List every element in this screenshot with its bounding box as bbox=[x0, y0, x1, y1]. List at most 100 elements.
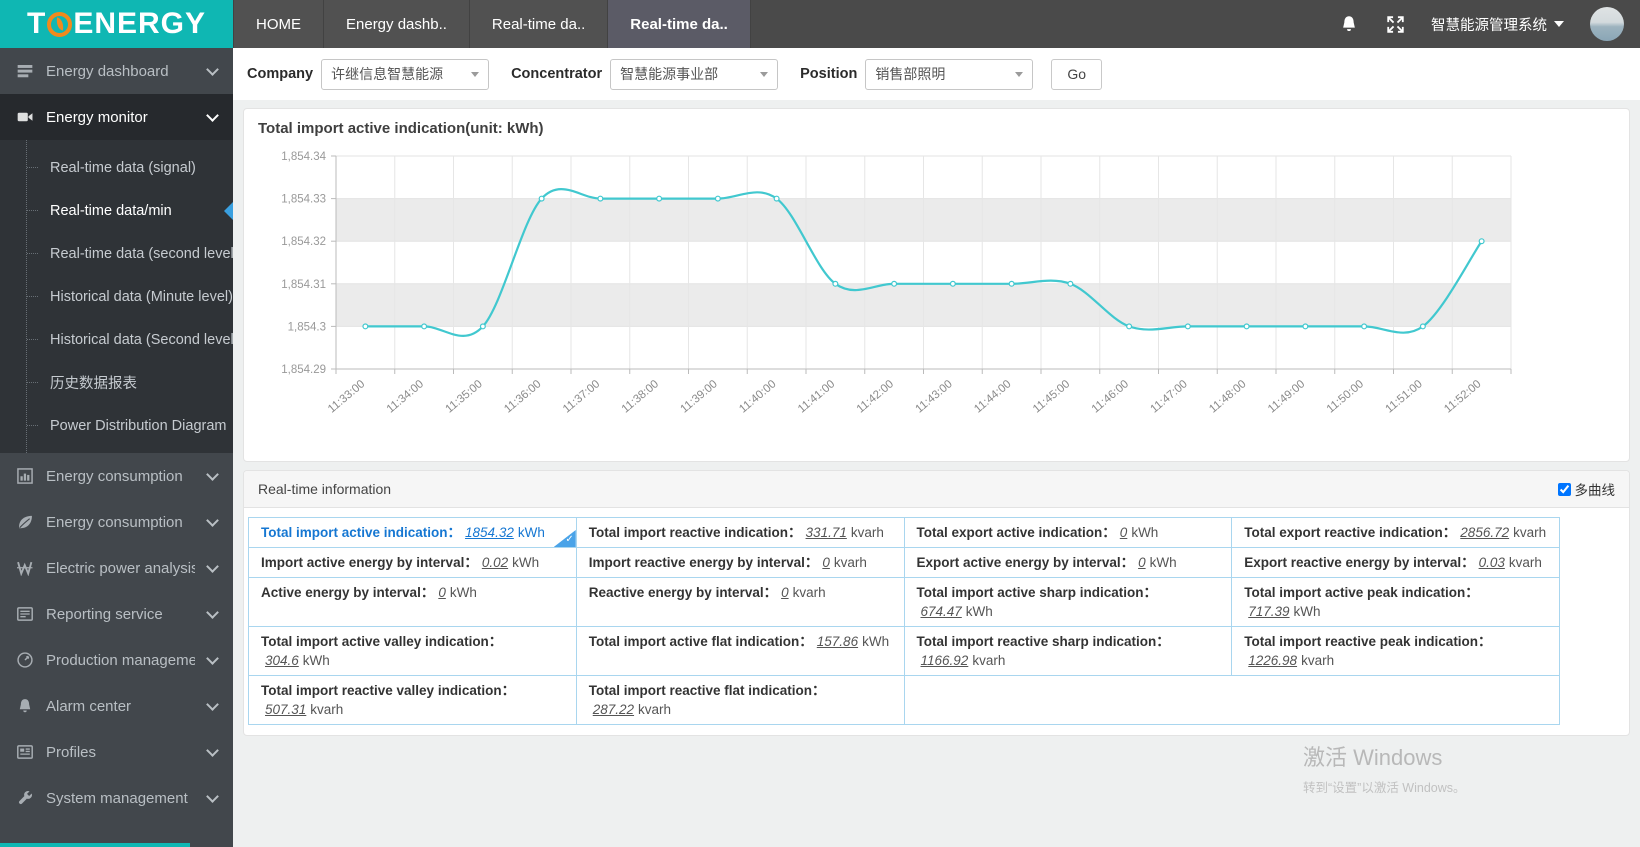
dropdown-caret-icon bbox=[760, 71, 769, 77]
multi-curve-toggle[interactable]: 多曲线 bbox=[1557, 479, 1616, 499]
sidebar-item-system-management[interactable]: System management bbox=[0, 775, 233, 821]
sidebar-item-alarm-center[interactable]: Alarm center bbox=[0, 683, 233, 729]
fullscreen-icon[interactable] bbox=[1385, 14, 1405, 34]
system-menu[interactable]: 智慧能源管理系统 bbox=[1431, 14, 1564, 35]
metric-value: 1226.98 bbox=[1248, 653, 1298, 668]
rt-cell-active-energy-by-interval[interactable]: Active energy by interval： 0 kWh bbox=[248, 577, 577, 627]
rt-cell-total-export-reactive-indication[interactable]: Total export reactive indication： 2856.72… bbox=[1231, 517, 1560, 548]
leaf-icon bbox=[19, 515, 32, 529]
rt-cell-total-import-reactive-valley-indication[interactable]: Total import reactive valley indication：… bbox=[248, 675, 577, 725]
dropdown-caret-icon bbox=[471, 71, 480, 77]
sidebar-item-energy-consumption[interactable]: Energy consumption bbox=[0, 453, 233, 499]
sidebar-subitem-real-time-data-second-level[interactable]: Real-time data (second level) bbox=[0, 232, 233, 275]
metric-label: Total import reactive flat indication： bbox=[588, 683, 826, 698]
concentrator-label: Concentrator bbox=[511, 66, 603, 82]
rt-cell-export-active-energy-by-interval[interactable]: Export active energy by interval： 0 kWh bbox=[903, 547, 1233, 578]
svg-text:1,854.31: 1,854.31 bbox=[281, 279, 326, 291]
rt-cell-total-import-reactive-peak-indication[interactable]: Total import reactive peak indication： 12… bbox=[1231, 626, 1560, 676]
chevron-down-icon bbox=[206, 698, 219, 711]
metric-label: Total import reactive valley indication： bbox=[261, 683, 516, 698]
svg-text:1,854.34: 1,854.34 bbox=[281, 151, 326, 163]
sidebar-subitem-real-time-data-signal[interactable]: Real-time data (signal) bbox=[0, 146, 233, 189]
rt-cell-total-import-reactive-flat-indication[interactable]: Total import reactive flat indication： 28… bbox=[575, 675, 905, 725]
svg-text:1,854.29: 1,854.29 bbox=[281, 364, 326, 376]
header-actions: 智慧能源管理系统 bbox=[1339, 0, 1640, 48]
position-select[interactable]: 销售部照明 bbox=[865, 58, 1034, 90]
multi-curve-label: 多曲线 bbox=[1574, 483, 1616, 498]
svg-text:11:38:00: 11:38:00 bbox=[620, 378, 661, 415]
logo-text-suffix: ENERGY bbox=[73, 7, 207, 40]
tab-energy-dashb-1[interactable]: Energy dashb.. bbox=[323, 0, 469, 48]
sidebar-nav: Energy dashboard Energy monitor Real-time … bbox=[0, 48, 233, 847]
rt-cell-total-import-active-indication[interactable]: Total import active indication： 1854.32 kW… bbox=[248, 517, 577, 548]
rt-cell-total-import-active-flat-indication[interactable]: Total import active flat indication： 157.… bbox=[575, 626, 905, 676]
sidebar-subitem-real-time-data-min[interactable]: Real-time data/min bbox=[0, 189, 233, 232]
rt-cell-total-import-active-peak-indication[interactable]: Total import active peak indication： 717.… bbox=[1231, 577, 1560, 627]
rt-cell-total-import-reactive-indication[interactable]: Total import reactive indication： 331.71 k… bbox=[575, 517, 905, 548]
metric-value: 287.22 bbox=[592, 702, 635, 717]
concentrator-select-value: 智慧能源事业部 bbox=[620, 66, 719, 82]
avatar[interactable] bbox=[1590, 7, 1624, 41]
metric-unit: kvarh bbox=[1513, 525, 1547, 540]
realtime-info-title: Real-time information bbox=[258, 481, 392, 497]
metric-label: Total import reactive peak indication： bbox=[1244, 634, 1492, 649]
svg-text:1,854.33: 1,854.33 bbox=[281, 194, 326, 206]
svg-text:11:50:00: 11:50:00 bbox=[1325, 378, 1366, 415]
sidebar-item-energy-consumption[interactable]: Energy consumption bbox=[0, 499, 233, 545]
svg-text:11:51:00: 11:51:00 bbox=[1383, 378, 1424, 415]
tab-real-time-da-3[interactable]: Real-time da.. bbox=[607, 0, 751, 48]
watermark-line2: 转到“设置”以激活 Windows。 bbox=[1303, 781, 1466, 795]
metric-unit: kWh bbox=[517, 525, 545, 540]
sidebar-item-energy-monitor[interactable]: Energy monitor bbox=[0, 94, 233, 140]
rt-cell-total-import-reactive-sharp-indication[interactable]: Total import reactive sharp indication： 1… bbox=[903, 626, 1233, 676]
rt-cell-total-import-active-valley-indication[interactable]: Total import active valley indication： 30… bbox=[248, 626, 577, 676]
svg-text:11:36:00: 11:36:00 bbox=[502, 378, 543, 415]
sidebar-item-energy-dashboard[interactable]: Energy dashboard bbox=[0, 48, 233, 94]
concentrator-select[interactable]: 智慧能源事业部 bbox=[610, 58, 779, 90]
chevron-down-icon bbox=[206, 560, 219, 573]
rt-cell-reactive-energy-by-interval[interactable]: Reactive energy by interval： 0 kvarh bbox=[575, 577, 905, 627]
rt-cell-export-reactive-energy-by-interval[interactable]: Export reactive energy by interval： 0.03 k… bbox=[1231, 547, 1560, 578]
metric-label: Total import active indication： bbox=[261, 525, 462, 540]
filter-bar: Company 许继信息智慧能源 Concentrator 智慧能源事业部 Po… bbox=[233, 48, 1640, 100]
tab-home-0[interactable]: HOME bbox=[233, 0, 323, 48]
sidebar-subitem-historical-data-minute-level[interactable]: Historical data (Minute level) bbox=[0, 275, 233, 318]
sidebar-subitem-power-distribution-diagram[interactable]: Power Distribution Diagram bbox=[0, 404, 233, 447]
chevron-down-icon bbox=[1554, 21, 1564, 27]
metric-label: Total import active peak indication： bbox=[1244, 585, 1479, 600]
sidebar-item-label: Energy monitor bbox=[46, 108, 148, 126]
sidebar-item-reporting-service[interactable]: Reporting service bbox=[0, 591, 233, 637]
app-logo: T ENERGY bbox=[0, 0, 233, 48]
metric-unit: kWh bbox=[449, 585, 477, 600]
rt-cell-import-active-energy-by-interval[interactable]: Import active energy by interval： 0.02 kWh bbox=[248, 547, 577, 578]
top-bar: T ENERGY HOME Energy dashb.. Real-time da.… bbox=[0, 0, 1640, 48]
company-select-value: 许继信息智慧能源 bbox=[331, 66, 444, 82]
rt-cell-import-reactive-energy-by-interval[interactable]: Import reactive energy by interval： 0 kvar… bbox=[575, 547, 905, 578]
table-row: Active energy by interval： 0 kWh Reactive e… bbox=[248, 577, 1560, 627]
metric-label: Total import active flat indication： bbox=[588, 634, 813, 649]
metric-label: Total export reactive indication： bbox=[1244, 525, 1457, 540]
rt-cell-total-export-active-indication[interactable]: Total export active indication： 0 kWh bbox=[903, 517, 1233, 548]
multi-curve-checkbox[interactable] bbox=[1557, 482, 1571, 496]
chevron-down-icon bbox=[206, 790, 219, 803]
rt-cell-total-import-active-sharp-indication[interactable]: Total import active sharp indication： 674… bbox=[903, 577, 1233, 627]
sidebar-item-production-management[interactable]: Production management bbox=[0, 637, 233, 683]
sidebar-item-electric-power-analysis[interactable]: Electric power analysis bbox=[0, 545, 233, 591]
metric-label: Active energy by interval： bbox=[261, 585, 435, 600]
company-select[interactable]: 许继信息智慧能源 bbox=[321, 58, 490, 90]
metric-label: Import active energy by interval： bbox=[261, 555, 478, 570]
sidebar-subitem-historical-data-second-level[interactable]: Historical data (Second level) bbox=[0, 318, 233, 361]
camera-icon bbox=[17, 112, 33, 122]
go-button[interactable]: Go bbox=[1051, 58, 1103, 90]
metric-value: 331.71 bbox=[805, 525, 847, 540]
sidebar-item-profiles[interactable]: Profiles bbox=[0, 729, 233, 775]
bell-icon[interactable] bbox=[1339, 14, 1359, 34]
metric-label: Total import active valley indication： bbox=[261, 634, 503, 649]
metric-unit: kWh bbox=[1131, 525, 1159, 540]
system-menu-label: 智慧能源管理系统 bbox=[1431, 17, 1547, 34]
chevron-down-icon bbox=[206, 63, 219, 76]
metric-value: 0.03 bbox=[1478, 555, 1505, 570]
tab-real-time-da-2[interactable]: Real-time da.. bbox=[468, 0, 608, 48]
sidebar-subitem-历史数据报表[interactable]: 历史数据报表 bbox=[0, 361, 233, 404]
svg-text:11:35:00: 11:35:00 bbox=[443, 378, 484, 415]
